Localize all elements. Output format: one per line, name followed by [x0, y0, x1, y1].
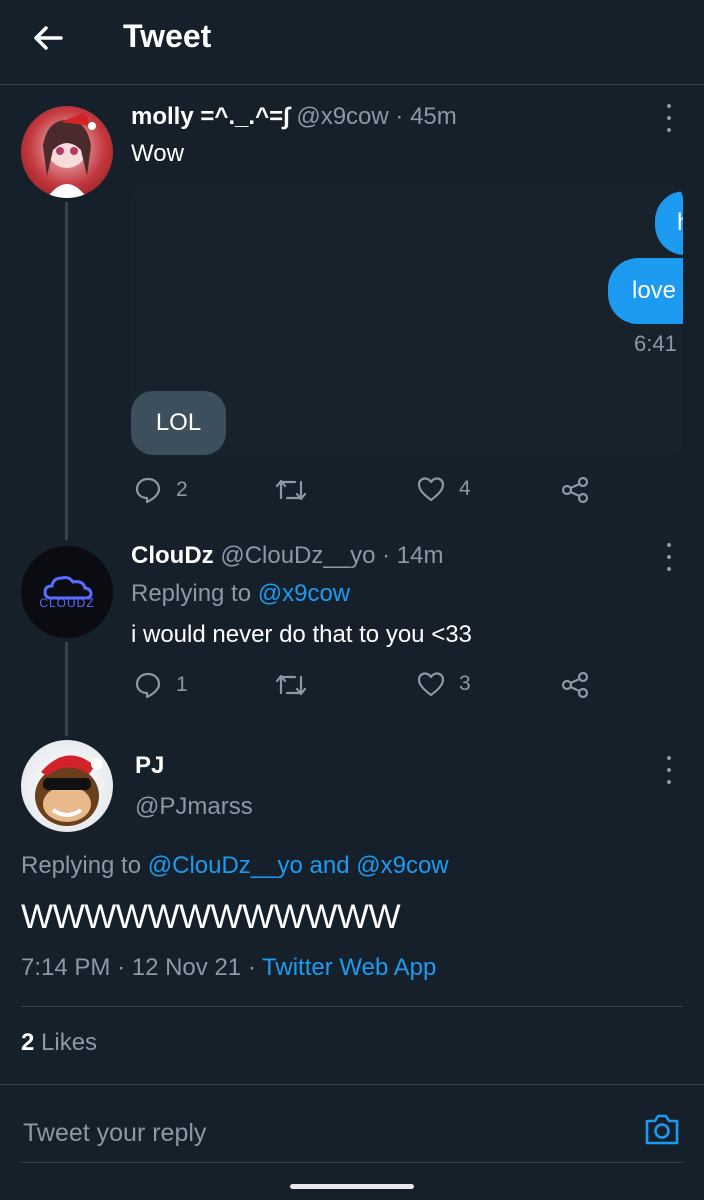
- thread-connector-line: [65, 642, 68, 736]
- replying-to: Replying to @ClouDz__yo and @x9cow: [21, 852, 449, 879]
- tweet-header: molly =^._.^=∫ @x9cow · 45m: [131, 103, 457, 131]
- display-name[interactable]: molly =^._.^=∫: [131, 103, 290, 130]
- tweet-text: Wow: [131, 140, 184, 167]
- tweet-header: ClouDz @ClouDz__yo · 14m: [131, 542, 443, 570]
- chat-bubble: h: [655, 191, 683, 255]
- home-indicator[interactable]: [290, 1184, 414, 1189]
- thread-connector-line: [65, 202, 68, 540]
- camera-icon[interactable]: [643, 1111, 681, 1152]
- retweet-button[interactable]: [275, 671, 307, 699]
- source-link[interactable]: Twitter Web App: [262, 954, 436, 981]
- reply-input[interactable]: [21, 1110, 625, 1156]
- mention-link[interactable]: @ClouDz__yo and @x9cow: [148, 852, 449, 879]
- more-options-icon[interactable]: [659, 104, 679, 132]
- like-button[interactable]: 3: [417, 671, 471, 697]
- cloudz-logo-text: CLOUDZ: [39, 596, 95, 610]
- timestamp[interactable]: · 14m: [382, 542, 443, 569]
- avatar-cloudz[interactable]: CLOUDZ: [21, 546, 113, 638]
- avatar-molly[interactable]: [21, 106, 113, 198]
- tweet-text: WWWWWWWWWWWW: [21, 898, 401, 936]
- display-name[interactable]: ClouDz: [131, 542, 214, 569]
- chat-timestamp: 6:41: [634, 331, 677, 356]
- tweet-meta: 7:14 PM · 12 Nov 21 · Twitter Web App: [21, 954, 437, 981]
- reply-button[interactable]: 1: [134, 671, 188, 699]
- display-name[interactable]: PJ: [135, 752, 164, 780]
- replying-to: Replying to @x9cow: [131, 580, 351, 607]
- retweet-button[interactable]: [275, 476, 307, 504]
- handle[interactable]: @PJmarss: [135, 793, 253, 821]
- divider: [0, 1084, 704, 1085]
- avatar-pj[interactable]: [21, 740, 113, 832]
- page-title: Tweet: [123, 18, 212, 54]
- reply-count: 1: [176, 673, 188, 696]
- handle[interactable]: @ClouDz__yo: [220, 542, 375, 569]
- like-count: 4: [459, 477, 471, 500]
- handle[interactable]: @x9cow: [296, 103, 388, 130]
- likes-stat[interactable]: 2 Likes: [21, 1029, 97, 1057]
- share-button[interactable]: [561, 671, 589, 699]
- timestamp[interactable]: · 45m: [395, 103, 456, 130]
- tweet-time: 7:14 PM: [21, 954, 111, 981]
- top-bar: Tweet: [0, 0, 704, 85]
- like-count: 3: [459, 672, 471, 695]
- reply-count: 2: [176, 478, 188, 501]
- more-options-icon[interactable]: [659, 543, 679, 571]
- like-button[interactable]: 4: [417, 476, 471, 502]
- share-button[interactable]: [561, 476, 589, 504]
- back-arrow-icon[interactable]: [24, 16, 72, 60]
- reply-button[interactable]: 2: [134, 476, 188, 504]
- tweet-media-image[interactable]: h love 6:41 LOL: [131, 185, 683, 457]
- chat-bubble: love: [608, 258, 683, 324]
- likes-count: 2: [21, 1029, 35, 1056]
- tweet-text: i would never do that to you <33: [131, 621, 472, 648]
- likes-label: Likes: [41, 1029, 98, 1056]
- divider: [21, 1006, 683, 1007]
- more-options-icon[interactable]: [659, 756, 679, 784]
- mention-link[interactable]: @x9cow: [258, 580, 350, 607]
- chat-bubble-reply: LOL: [131, 391, 226, 455]
- divider: [21, 1162, 683, 1163]
- tweet-date: 12 Nov 21: [131, 954, 242, 981]
